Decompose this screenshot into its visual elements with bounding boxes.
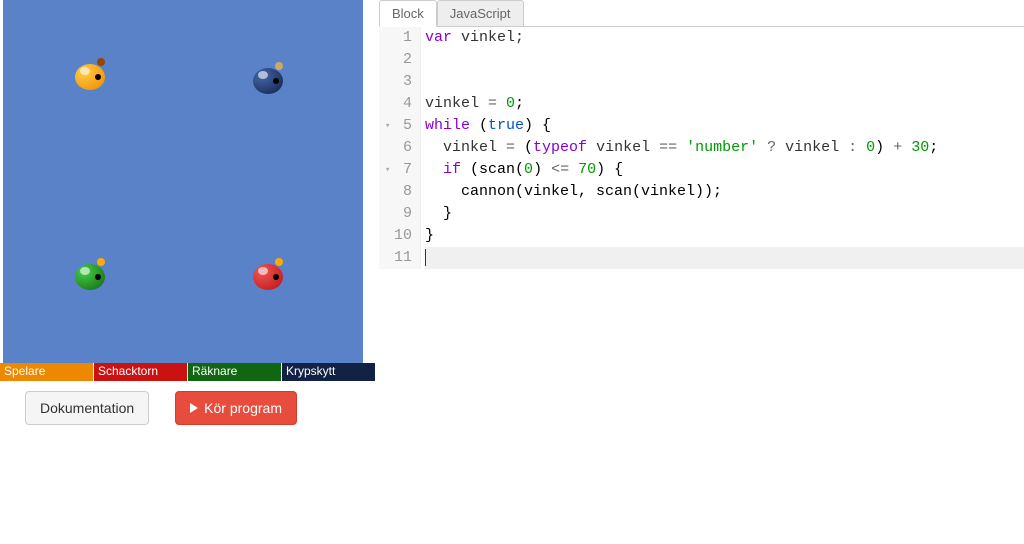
code-line: vinkel = (typeof vinkel == 'number' ? vi… (425, 137, 1024, 159)
run-label: Kör program (204, 400, 282, 416)
code-line: } (425, 225, 1024, 247)
code-line: cannon(vinkel, scan(vinkel)); (425, 181, 1024, 203)
line-num: 6 (379, 137, 412, 159)
editor-tabs: Block JavaScript (379, 0, 1024, 27)
status-schacktorn: Schacktorn (94, 363, 188, 381)
status-bar: Spelare Schacktorn Räknare Krypskytt (0, 363, 375, 381)
status-krypskytt: Krypskytt (282, 363, 375, 381)
code-line: var vinkel; (425, 27, 1024, 49)
bot-player-red (253, 258, 289, 294)
play-icon (190, 403, 198, 413)
button-row: Dokumentation Kör program (0, 391, 375, 425)
run-program-button[interactable]: Kör program (175, 391, 297, 425)
line-num: 11 (379, 247, 412, 269)
code-line: if (scan(0) <= 70) { (425, 159, 1024, 181)
bot-player-orange (75, 58, 111, 94)
line-num: 3 (379, 71, 412, 93)
line-num: 7 (379, 159, 412, 181)
code-line-active (425, 247, 1024, 269)
line-num: 9 (379, 203, 412, 225)
code-line: while (true) { (425, 115, 1024, 137)
bot-player-navy (253, 62, 289, 98)
documentation-button[interactable]: Dokumentation (25, 391, 149, 425)
bot-player-green (75, 258, 111, 294)
gutter: 1 2 3 4 5 6 7 8 9 10 11 (379, 27, 421, 269)
status-spelare: Spelare (0, 363, 94, 381)
game-arena (3, 0, 363, 363)
line-num: 4 (379, 93, 412, 115)
line-num: 8 (379, 181, 412, 203)
line-num: 1 (379, 27, 412, 49)
code-editor[interactable]: 1 2 3 4 5 6 7 8 9 10 11 var vinkel; vink… (379, 27, 1024, 269)
code-line (425, 71, 1024, 93)
code-line: } (425, 203, 1024, 225)
code-area[interactable]: var vinkel; vinkel = 0; while (true) { v… (421, 27, 1024, 269)
code-line (425, 49, 1024, 71)
line-num: 5 (379, 115, 412, 137)
tab-block[interactable]: Block (379, 0, 437, 27)
line-num: 10 (379, 225, 412, 247)
line-num: 2 (379, 49, 412, 71)
tab-javascript[interactable]: JavaScript (437, 0, 524, 26)
cursor (425, 249, 426, 266)
left-panel: Spelare Schacktorn Räknare Krypskytt Dok… (0, 0, 375, 425)
right-panel: Block JavaScript 1 2 3 4 5 6 7 8 9 10 11… (379, 0, 1024, 425)
status-raknare: Räknare (188, 363, 282, 381)
code-line: vinkel = 0; (425, 93, 1024, 115)
